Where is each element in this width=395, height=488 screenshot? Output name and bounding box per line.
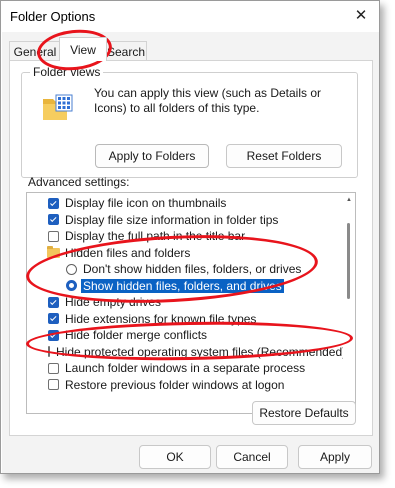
advanced-setting-label: Display file icon on thumbnails xyxy=(65,196,227,211)
checkbox-unchecked-icon[interactable] xyxy=(48,230,59,242)
scroll-up-icon[interactable]: ▲ xyxy=(343,194,355,206)
advanced-setting-label: Hide folder merge conflicts xyxy=(65,328,208,343)
checkbox-checked-icon[interactable] xyxy=(48,197,59,209)
checkbox-unchecked-icon[interactable] xyxy=(48,362,59,374)
folder-options-window: Folder Options ✕ General Search View Fol… xyxy=(0,0,380,474)
checkbox-checked-icon[interactable] xyxy=(48,296,59,308)
advanced-setting-label: Hide extensions for known file types xyxy=(65,311,257,326)
folder-icon xyxy=(43,94,73,120)
close-icon[interactable]: ✕ xyxy=(347,3,375,27)
advanced-setting-checkbox-row[interactable]: Display file size information in folder … xyxy=(27,212,343,229)
advanced-setting-checkbox-row[interactable]: Hide extensions for known file types xyxy=(27,311,343,328)
advanced-setting-radio-row[interactable]: Show hidden files, folders, and drives xyxy=(27,278,343,295)
advanced-setting-folder-row: Hidden files and folders xyxy=(27,245,343,262)
radio-unselected-icon[interactable] xyxy=(66,263,77,275)
window-title: Folder Options xyxy=(10,9,96,24)
tab-general[interactable]: General xyxy=(9,41,61,61)
advanced-setting-label: Display file size information in folder … xyxy=(65,212,279,227)
advanced-setting-label: Hide empty drives xyxy=(65,295,162,310)
advanced-setting-label: Hide protected operating system files (R… xyxy=(56,344,347,359)
advanced-setting-label: Hidden files and folders xyxy=(65,245,191,260)
advanced-settings-list[interactable]: Display file icon on thumbnails Display f… xyxy=(26,192,356,414)
radio-selected-icon[interactable] xyxy=(66,280,77,292)
folder-views-description: You can apply this view (such as Details… xyxy=(94,86,322,115)
checkbox-checked-icon[interactable] xyxy=(48,329,59,341)
advanced-setting-label: Display the full path in the title bar xyxy=(65,229,246,244)
reset-folders-button[interactable]: Reset Folders xyxy=(226,144,342,168)
advanced-setting-radio-row[interactable]: Don't show hidden files, folders, or dri… xyxy=(27,261,343,278)
advanced-setting-checkbox-row[interactable]: Restore previous folder windows at logon xyxy=(27,377,343,394)
title-bar: Folder Options ✕ xyxy=(1,1,379,31)
checkbox-unchecked-icon[interactable] xyxy=(48,346,50,358)
checkbox-unchecked-icon[interactable] xyxy=(48,379,59,391)
folder-views-title: Folder views xyxy=(30,65,104,79)
list-scrollbar[interactable]: ▲ ▼ xyxy=(343,193,355,413)
ok-button[interactable]: OK xyxy=(139,445,211,469)
cancel-button[interactable]: Cancel xyxy=(216,445,288,469)
advanced-setting-label: Show hidden files, folders, and drives xyxy=(81,278,284,293)
advanced-setting-checkbox-row[interactable]: Display the full path in the title bar xyxy=(27,228,343,245)
advanced-setting-label: Launch folder windows in a separate proc… xyxy=(65,361,306,376)
checkbox-checked-icon[interactable] xyxy=(48,313,59,325)
folder-icon xyxy=(47,245,60,258)
tab-view[interactable]: View xyxy=(59,37,107,61)
advanced-setting-label: Restore previous folder windows at logon xyxy=(65,377,285,392)
apply-button[interactable]: Apply xyxy=(298,445,372,469)
dialog-client: General Search View Folder views You can… xyxy=(2,32,379,473)
advanced-settings-label: Advanced settings: xyxy=(28,175,130,189)
advanced-setting-checkbox-row[interactable]: Hide folder merge conflicts xyxy=(27,327,343,344)
advanced-setting-checkbox-row[interactable]: Launch folder windows in a separate proc… xyxy=(27,360,343,377)
scroll-thumb[interactable] xyxy=(347,223,350,299)
checkbox-checked-icon[interactable] xyxy=(48,214,59,226)
tab-search[interactable]: Search xyxy=(105,41,147,61)
restore-defaults-button[interactable]: Restore Defaults xyxy=(252,401,356,425)
apply-to-folders-button[interactable]: Apply to Folders xyxy=(95,144,209,168)
advanced-setting-checkbox-row[interactable]: Hide protected operating system files (R… xyxy=(27,344,347,361)
advanced-setting-checkbox-row[interactable]: Hide empty drives xyxy=(27,294,343,311)
advanced-setting-label: Don't show hidden files, folders, or dri… xyxy=(83,262,302,277)
advanced-setting-checkbox-row[interactable]: Display file icon on thumbnails xyxy=(27,195,343,212)
advanced-settings-items: Display file icon on thumbnails Display f… xyxy=(27,195,347,394)
